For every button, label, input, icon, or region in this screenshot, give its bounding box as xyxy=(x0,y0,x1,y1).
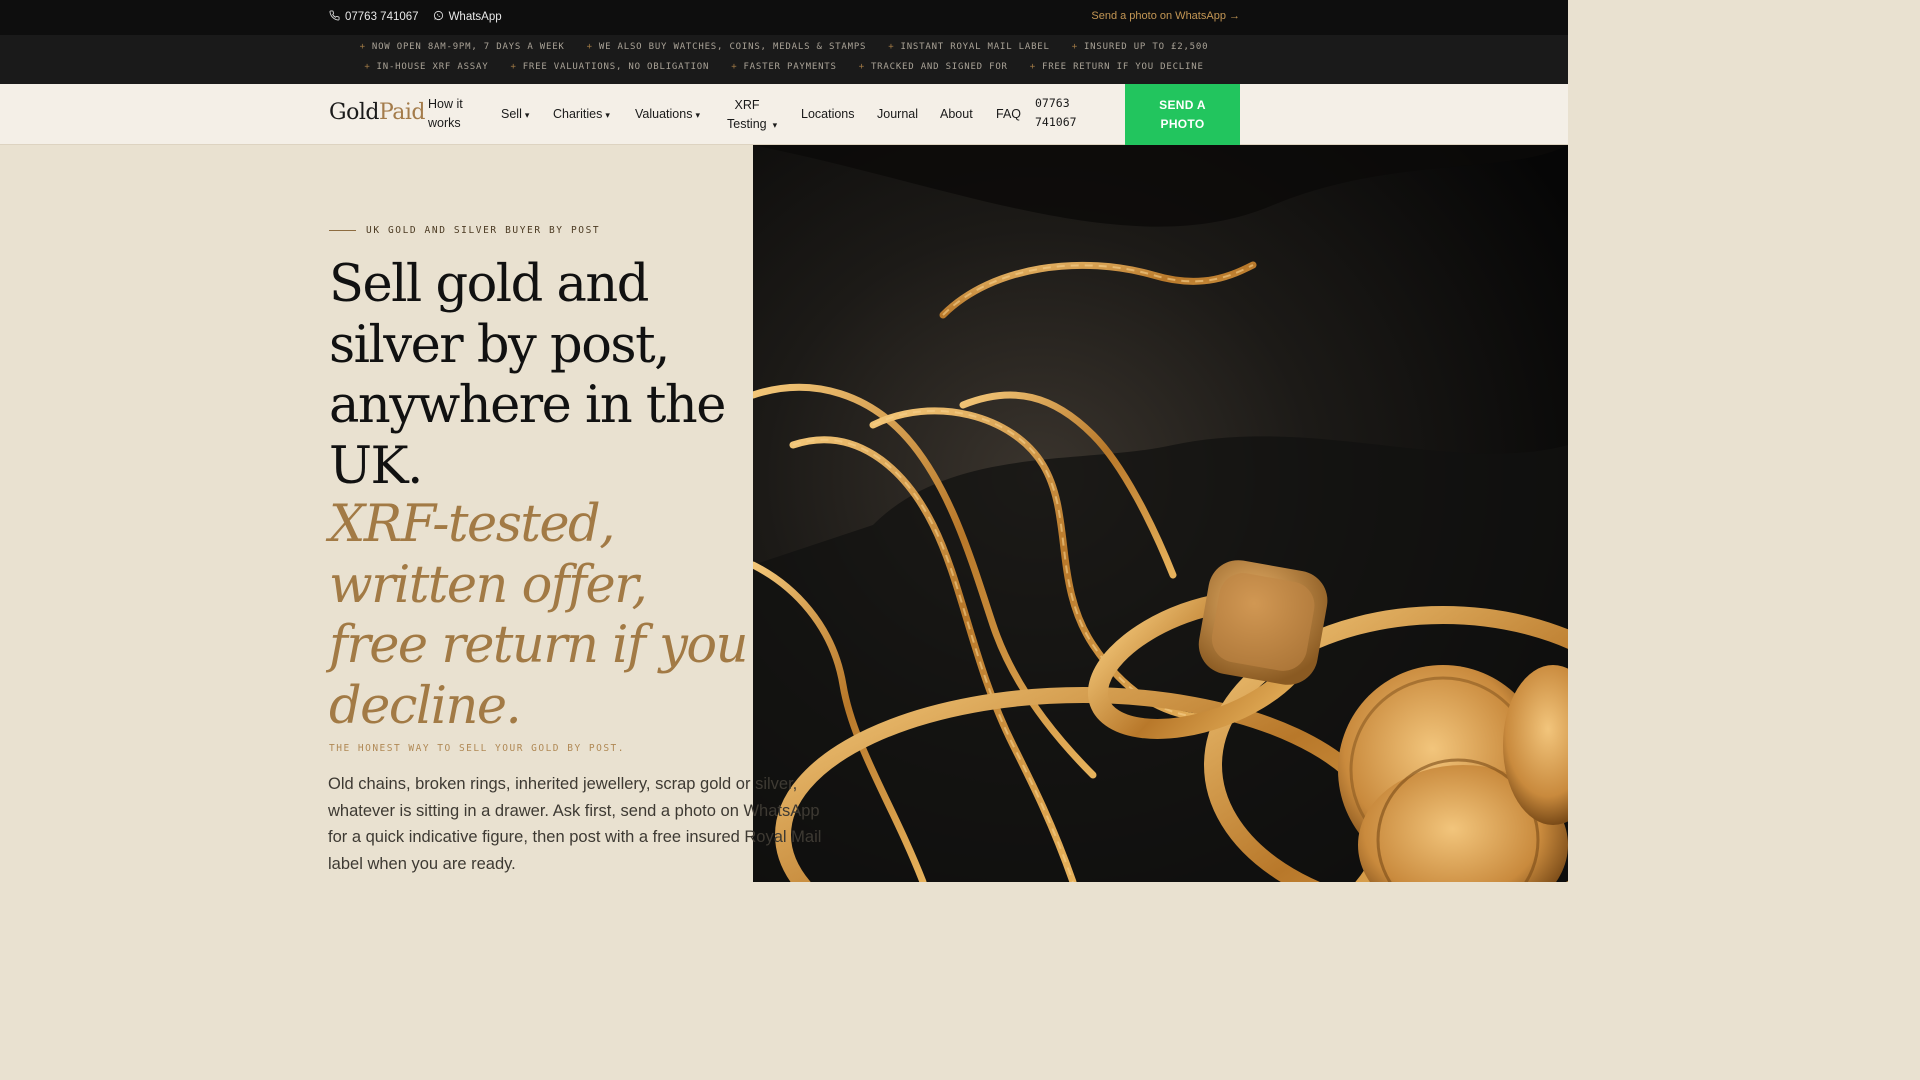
nav-sell[interactable]: Sell ▾ xyxy=(501,105,529,125)
benefits-ticker: + NOW OPEN 8AM-9PM, 7 DAYS A WEEK + WE ALS… xyxy=(0,35,1568,84)
nav-faq[interactable]: FAQ xyxy=(996,105,1021,124)
nav-valuations-label: Valuations xyxy=(635,107,693,121)
nav-xrf-line1: XRF xyxy=(734,98,760,112)
nav-how-it-works-line2: works xyxy=(428,116,461,130)
eyebrow-line xyxy=(329,230,356,231)
plus-icon: + xyxy=(364,62,371,72)
site-logo[interactable]: GoldPaid xyxy=(329,100,426,125)
ticker-text: IN-HOUSE XRF ASSAY xyxy=(376,62,489,72)
top-bar-whatsapp-cta[interactable]: Send a photo on WhatsApp → xyxy=(1091,10,1240,22)
top-bar: 07763 741067 WhatsApp Send a photo on Wh… xyxy=(0,0,1568,35)
send-button-line1: SEND A xyxy=(1159,97,1206,112)
top-bar-phone-text: 07763 741067 xyxy=(345,11,419,23)
nav-phone-line2: 741067 xyxy=(1035,115,1077,129)
ticker-item: + TRACKED AND SIGNED FOR xyxy=(859,62,1008,72)
ticker-text: FREE VALUATIONS, NO OBLIGATION xyxy=(522,62,710,72)
ticker-text: INSURED UP TO £2,500 xyxy=(1083,42,1209,52)
ticker-text: TRACKED AND SIGNED FOR xyxy=(870,62,1008,72)
ticker-item: + INSTANT ROYAL MAIL LABEL xyxy=(888,42,1049,52)
nav-charities-label: Charities xyxy=(553,107,603,121)
ticker-item: + IN-HOUSE XRF ASSAY xyxy=(364,62,488,72)
phone-icon xyxy=(329,10,340,24)
nav-charities[interactable]: Charities ▾ xyxy=(553,105,610,125)
ticker-row-1: + NOW OPEN 8AM-9PM, 7 DAYS A WEEK + WE ALS… xyxy=(0,42,1568,52)
top-bar-phone-link[interactable]: 07763 741067 xyxy=(329,10,419,24)
chevron-down-icon: ▾ xyxy=(695,110,700,120)
nav-valuations[interactable]: Valuations ▾ xyxy=(635,105,700,125)
nav-phone[interactable]: 07763 741067 xyxy=(1035,94,1077,132)
hero-tagline: THE HONEST WAY TO SELL YOUR GOLD BY POST… xyxy=(329,743,625,754)
ticker-text: INSTANT ROYAL MAIL LABEL xyxy=(900,42,1050,52)
logo-gold-text: Gold xyxy=(329,100,379,125)
ticker-text: FASTER PAYMENTS xyxy=(743,62,837,72)
chevron-down-icon: ▾ xyxy=(772,120,778,130)
ticker-item: + INSURED UP TO £2,500 xyxy=(1072,42,1209,52)
ticker-text: NOW OPEN 8AM-9PM, 7 DAYS A WEEK xyxy=(371,42,565,52)
nav-sell-label: Sell xyxy=(501,107,522,121)
plus-icon: + xyxy=(1071,42,1078,52)
hero-headline-italic: XRF-tested, written offer, free return i… xyxy=(329,495,748,736)
eyebrow-text: UK GOLD AND SILVER BUYER BY POST xyxy=(366,225,601,236)
ticker-item: + NOW OPEN 8AM-9PM, 7 DAYS A WEEK xyxy=(360,42,565,52)
nav-phone-line1: 07763 xyxy=(1035,96,1070,110)
plus-icon: + xyxy=(1029,62,1036,72)
nav-xrf-testing[interactable]: XRF Testing ▾ xyxy=(727,96,783,135)
chevron-down-icon: ▾ xyxy=(605,110,610,120)
ticker-item: + FREE VALUATIONS, NO OBLIGATION xyxy=(510,62,709,72)
nav-how-it-works-line1: How it xyxy=(428,97,463,111)
plus-icon: + xyxy=(858,62,865,72)
ticker-text: WE ALSO BUY WATCHES, COINS, MEDALS & STA… xyxy=(598,42,867,52)
plus-icon: + xyxy=(510,62,517,72)
top-bar-whatsapp-text: WhatsApp xyxy=(448,11,502,23)
hero-body-text: Old chains, broken rings, inherited jewe… xyxy=(328,775,822,873)
send-a-photo-button[interactable]: SEND A PHOTO xyxy=(1125,84,1240,145)
plus-icon: + xyxy=(586,42,593,52)
nav-journal[interactable]: Journal xyxy=(877,105,918,124)
hero-eyebrow: UK GOLD AND SILVER BUYER BY POST xyxy=(329,225,600,236)
ticker-text: FREE RETURN IF YOU DECLINE xyxy=(1042,62,1204,72)
nav-xrf-line2: Testing xyxy=(727,117,767,131)
ticker-item: + WE ALSO BUY WATCHES, COINS, MEDALS & ST… xyxy=(587,42,867,52)
nav-how-it-works[interactable]: How it works xyxy=(428,95,463,133)
whatsapp-icon xyxy=(433,10,444,24)
ticker-row-2: + IN-HOUSE XRF ASSAY + FREE VALUATIONS, NO… xyxy=(0,62,1568,72)
ticker-item: + FREE RETURN IF YOU DECLINE xyxy=(1030,62,1204,72)
hero-headline: Sell gold and silver by post, anywhere i… xyxy=(329,255,726,496)
ticker-item: + FASTER PAYMENTS xyxy=(731,62,837,72)
nav-locations[interactable]: Locations xyxy=(801,105,855,124)
plus-icon: + xyxy=(888,42,895,52)
top-bar-whatsapp-link[interactable]: WhatsApp xyxy=(433,10,502,24)
chevron-down-icon: ▾ xyxy=(524,110,530,120)
main-nav: GoldPaid How it works Sell ▾ Charities ▾ V… xyxy=(0,84,1568,145)
plus-icon: + xyxy=(731,62,738,72)
logo-paid-text: Paid xyxy=(378,100,426,125)
hero-jewellery-image xyxy=(753,145,1568,882)
plus-icon: + xyxy=(359,42,366,52)
send-button-line2: PHOTO xyxy=(1160,116,1205,131)
nav-about[interactable]: About xyxy=(940,105,973,124)
top-bar-contacts: 07763 741067 WhatsApp xyxy=(329,10,502,24)
